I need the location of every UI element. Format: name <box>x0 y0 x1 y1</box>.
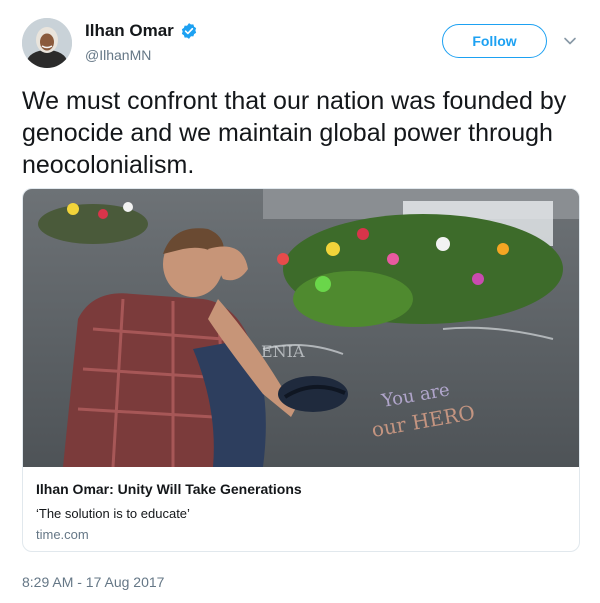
tweet-header: Ilhan Omar @IlhanMN Follow <box>0 0 600 80</box>
verified-badge-icon <box>181 23 196 39</box>
chalk-text: ENIA <box>261 342 305 361</box>
avatar[interactable] <box>22 18 72 68</box>
user-handle[interactable]: @IlhanMN <box>85 47 151 63</box>
display-name-text: Ilhan Omar <box>85 21 174 40</box>
card-domain: time.com <box>36 527 89 542</box>
display-name[interactable]: Ilhan Omar <box>85 21 198 41</box>
card-title[interactable]: Ilhan Omar: Unity Will Take Generations <box>36 481 302 497</box>
avatar-image <box>22 18 72 68</box>
tweet-timestamp[interactable]: 8:29 AM - 17 Aug 2017 <box>22 574 164 590</box>
follow-button[interactable]: Follow <box>442 24 547 58</box>
card-image[interactable]: ENIA You are our HERO <box>23 189 580 467</box>
tweet-text: We must confront that our nation was fou… <box>22 87 567 179</box>
chevron-down-icon[interactable] <box>563 34 577 48</box>
link-card[interactable]: ENIA You are our HERO Ilhan Omar: Unity … <box>22 188 580 552</box>
card-description: ‘The solution is to educate’ <box>36 506 190 521</box>
